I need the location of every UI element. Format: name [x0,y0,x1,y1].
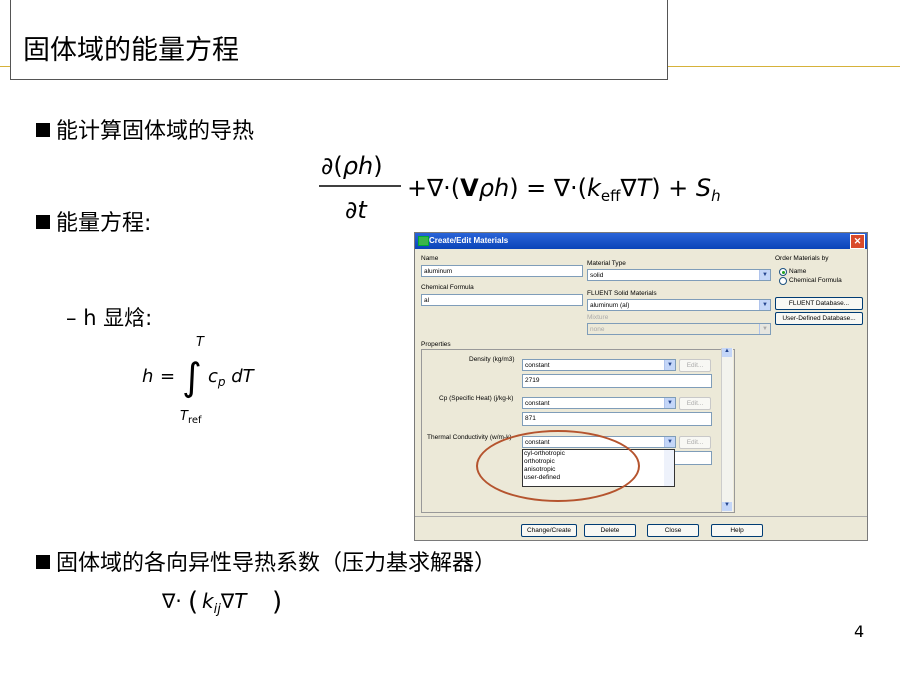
svg-text:∂t: ∂t [345,196,368,224]
chevron-down-icon[interactable]: ▼ [759,300,770,310]
cp-label: Cp (Specific Heat) (j/kg-k) [439,395,514,402]
mixture-label: Mixture [587,314,609,321]
svg-text:(: ( [188,587,198,617]
chemical-formula-field[interactable]: al [421,294,583,306]
bullet-anisotropic: 固体域的各向异性导热系数（压力基求解器） [36,545,496,577]
svg-text:h: h [142,366,153,387]
bullet-square-icon [36,123,50,137]
fluent-solid-materials-dropdown[interactable]: aluminum (al) ▼ [587,299,771,311]
properties-scrollbar[interactable]: ▲ ▼ [721,348,733,512]
bullet-energy-equation: 能量方程: [36,205,151,237]
chevron-down-icon[interactable]: ▼ [759,270,770,280]
fluent-database-button[interactable]: FLUENT Database... [775,297,863,310]
svg-text:∇·: ∇· [161,589,182,613]
create-edit-materials-dialog: Create/Edit Materials ✕ Name aluminum Ch… [414,232,868,541]
svg-text:Tref: Tref [180,409,202,425]
density-value-field[interactable]: 2719 [522,374,712,388]
chevron-down-icon[interactable]: ▼ [664,437,675,447]
order-by-label: Order Materials by [775,255,829,262]
svg-text:kij∇T: kij∇T [202,589,248,617]
delete-button[interactable]: Delete [584,524,636,537]
material-type-label: Material Type [587,260,626,267]
chemical-formula-label: Chemical Formula [421,284,474,291]
mixture-dropdown: none ▼ [587,323,771,335]
order-by-name-radio[interactable] [779,268,787,276]
svg-text:): ) [272,587,282,617]
change-create-button[interactable]: Change/Create [521,524,577,537]
close-icon[interactable]: ✕ [850,234,865,249]
close-button[interactable]: Close [647,524,699,537]
button-bar-divider [415,516,867,517]
svg-text:T: T [196,335,205,350]
slide-title: 固体域的能量方程 [23,35,239,66]
title-box: 固体域的能量方程 [10,0,668,80]
chevron-down-icon[interactable]: ▼ [664,398,675,408]
name-field[interactable]: aluminum [421,265,583,277]
cp-edit-button: Edit... [679,397,711,410]
density-edit-button: Edit... [679,359,711,372]
enthalpy-equation: h = ∫ T Tref cp dT [140,330,280,426]
sub-bullet-enthalpy: – h 显焓: [66,306,153,330]
svg-text:∂(ρh): ∂(ρh) [321,152,383,180]
order-by-formula-radio[interactable] [779,277,787,285]
anisotropic-equation-graphic: ∇· ( kij∇T ) [161,587,282,617]
svg-text:cp dT: cp dT [208,366,256,389]
name-label: Name [421,255,439,262]
order-by-name-label: Name [789,268,807,275]
dialog-title-bar: Create/Edit Materials ✕ [415,233,867,249]
highlight-oval [476,430,640,502]
energy-equation: ∂(ρh) ∂t +∇·(Vρh) = ∇·(keff∇T) + Sh [315,150,805,230]
properties-label: Properties [421,341,451,348]
thermal-conductivity-edit-button: Edit... [679,436,711,449]
order-by-formula-label: Chemical Formula [789,277,842,284]
svg-text:∫: ∫ [182,355,202,399]
scroll-down-icon[interactable]: ▼ [722,502,732,511]
anisotropic-equation: ∇· ( kij∇T ) [160,582,300,622]
cp-value-field[interactable]: 871 [522,412,712,426]
dialog-title: Create/Edit Materials [429,236,509,245]
fluent-app-icon [418,236,429,246]
bullet-square-icon [36,555,50,569]
cp-method-dropdown[interactable]: constant ▼ [522,397,676,409]
enthalpy-equation-graphic: h = ∫ T Tref cp dT [142,335,256,426]
bullet-conduction: 能计算固体域的导热 [36,113,254,145]
chevron-down-icon[interactable]: ▼ [664,360,675,370]
list-scrollbar[interactable] [664,450,674,486]
bullet-square-icon [36,215,50,229]
density-label: Density (kg/m3) [469,356,515,363]
material-type-dropdown[interactable]: solid ▼ [587,269,771,281]
scroll-up-icon[interactable]: ▲ [722,348,732,357]
svg-text:+∇·(Vρh) = ∇·(keff∇T) + Sh: +∇·(Vρh) = ∇·(keff∇T) + Sh [407,174,721,205]
density-method-dropdown[interactable]: constant ▼ [522,359,676,371]
help-button[interactable]: Help [711,524,763,537]
page-number: 4 [854,622,865,641]
energy-equation-graphic: ∂(ρh) ∂t +∇·(Vρh) = ∇·(keff∇T) + Sh [319,152,721,224]
user-defined-database-button[interactable]: User-Defined Database... [775,312,863,325]
thermal-conductivity-value-field[interactable] [673,451,712,465]
chevron-down-icon: ▼ [759,324,770,334]
svg-text:=: = [160,366,175,387]
fluent-solid-materials-label: FLUENT Solid Materials [587,290,657,297]
